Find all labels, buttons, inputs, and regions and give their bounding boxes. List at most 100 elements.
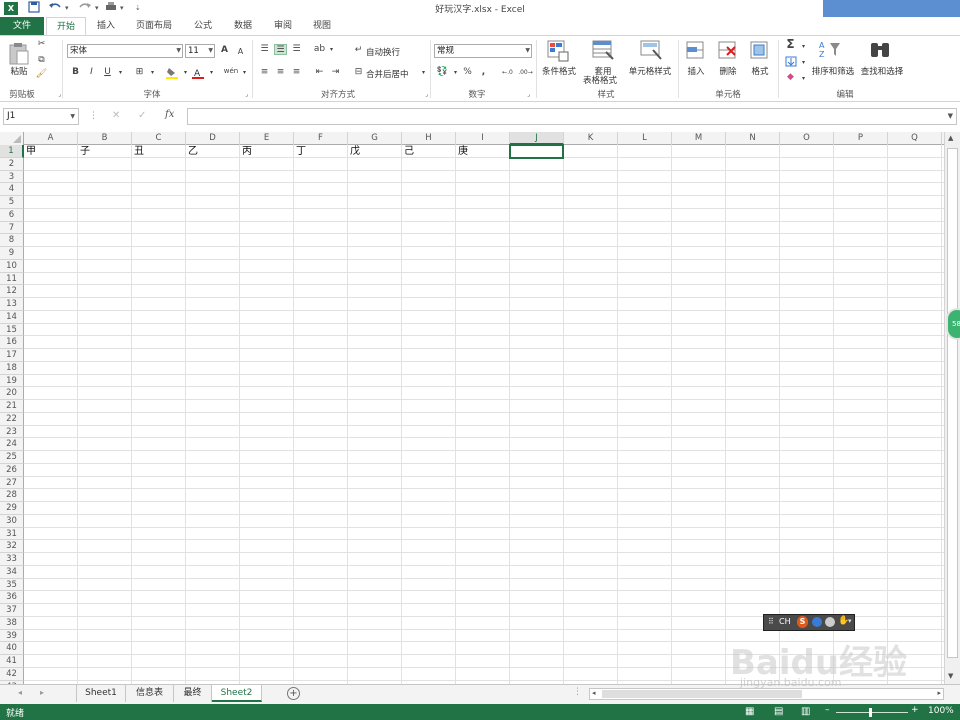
underline-button[interactable]: U [101, 67, 114, 78]
row-header-42[interactable]: 42 [0, 667, 24, 681]
zoom-slider[interactable] [836, 712, 908, 713]
scroll-thumb[interactable] [947, 148, 958, 658]
find-select-button[interactable]: 查找和选择 [857, 65, 907, 77]
format-button[interactable]: 格式 [747, 65, 773, 77]
formula-input[interactable]: ▼ [187, 108, 957, 125]
align-bottom-icon[interactable]: ☰ [290, 44, 303, 55]
prev-sheet-icon[interactable]: ◂ [18, 688, 22, 697]
tab-file[interactable]: 文件 [0, 17, 44, 35]
row-header-3[interactable]: 3 [0, 170, 24, 184]
column-header-q[interactable]: Q [888, 132, 942, 145]
column-header-n[interactable]: N [726, 132, 780, 145]
sogou-ime-icon[interactable]: S [797, 616, 808, 628]
scroll-up-icon[interactable]: ▲ [948, 134, 953, 142]
cell-h1[interactable]: 己 [402, 146, 456, 158]
cell-c1[interactable]: 丑 [132, 146, 186, 158]
decrease-indent-icon[interactable]: ⇤ [313, 67, 326, 78]
orientation-dropdown-icon[interactable]: ▾ [325, 44, 338, 55]
next-sheet-icon[interactable]: ▸ [40, 688, 44, 697]
row-header-4[interactable]: 4 [0, 183, 24, 196]
autosum-dropdown-icon[interactable]: ▾ [797, 41, 810, 52]
name-box[interactable]: J1 ▼ [3, 108, 79, 125]
column-header-d[interactable]: D [186, 132, 240, 145]
row-header-21[interactable]: 21 [0, 400, 24, 413]
align-middle-icon[interactable]: ☰ [274, 44, 287, 55]
delete-cells-icon[interactable] [718, 41, 738, 64]
increase-decimal-icon[interactable]: ←.0 [500, 67, 515, 78]
column-header-k[interactable]: K [564, 132, 618, 145]
column-header-i[interactable]: I [456, 132, 510, 145]
merge-center-icon[interactable]: ⊟ [352, 67, 365, 78]
tab-review[interactable]: 审阅 [264, 17, 302, 35]
fill-icon[interactable] [784, 56, 797, 67]
row-header-5[interactable]: 5 [0, 196, 24, 209]
column-header-a[interactable]: A [24, 132, 78, 145]
align-center-icon[interactable]: ≡ [274, 67, 287, 78]
row-header-11[interactable]: 11 [0, 272, 24, 286]
column-header-l[interactable]: L [618, 132, 672, 145]
floating-widget[interactable]: 58 [946, 308, 960, 340]
cell-i1[interactable]: 庚 [456, 146, 510, 158]
ime-menu-icon[interactable]: ▾ [848, 617, 852, 625]
column-header-c[interactable]: C [132, 132, 186, 145]
row-header-36[interactable]: 36 [0, 591, 24, 604]
autosum-icon[interactable]: Σ [784, 38, 797, 50]
select-all-corner[interactable] [0, 132, 24, 145]
tab-page-layout[interactable]: 页面布局 [128, 17, 180, 35]
scroll-right-icon[interactable]: ▸ [937, 689, 941, 697]
expand-formula-icon[interactable]: ▼ [948, 112, 953, 120]
column-header-f[interactable]: F [294, 132, 348, 145]
row-header-37[interactable]: 37 [0, 604, 24, 617]
sheet-tab-final[interactable]: 最终 [174, 685, 212, 702]
cell-g1[interactable]: 戊 [348, 146, 402, 158]
format-cells-icon[interactable] [750, 41, 770, 64]
row-header-14[interactable]: 14 [0, 310, 24, 324]
column-header-g[interactable]: G [348, 132, 402, 145]
row-header-1[interactable]: 1 [0, 145, 24, 158]
tab-data[interactable]: 数据 [224, 17, 262, 35]
row-header-2[interactable]: 2 [0, 157, 24, 171]
merge-center-button[interactable]: 合并后居中 [366, 68, 416, 80]
row-header-17[interactable]: 17 [0, 349, 24, 362]
font-name-select[interactable]: 宋体 ▼ [67, 44, 183, 58]
find-select-icon[interactable] [869, 40, 891, 63]
percent-style-button[interactable]: % [461, 67, 474, 78]
cancel-entry-icon[interactable]: ✕ [112, 110, 120, 121]
font-color-dropdown-icon[interactable]: ▾ [205, 67, 218, 78]
increase-indent-icon[interactable]: ⇥ [329, 67, 342, 78]
row-header-41[interactable]: 41 [0, 655, 24, 668]
row-header-7[interactable]: 7 [0, 221, 24, 235]
underline-dropdown-icon[interactable]: ▾ [114, 67, 127, 78]
wrap-text-icon[interactable]: ↵ [352, 45, 365, 56]
active-cell-J1[interactable] [509, 144, 564, 159]
cell-b1[interactable]: 子 [78, 146, 132, 158]
row-header-22[interactable]: 22 [0, 412, 24, 426]
row-header-20[interactable]: 20 [0, 387, 24, 400]
tab-home[interactable]: 开始 [46, 17, 86, 36]
row-header-13[interactable]: 13 [0, 298, 24, 311]
grow-font-icon[interactable]: A [218, 45, 231, 56]
format-as-table-label-2[interactable]: 表格格式 [578, 74, 622, 86]
row-header-25[interactable]: 25 [0, 451, 24, 464]
scroll-down-icon[interactable]: ▼ [948, 672, 953, 680]
cell-e1[interactable]: 丙 [240, 146, 294, 158]
row-header-9[interactable]: 9 [0, 247, 24, 260]
row-header-10[interactable]: 10 [0, 259, 24, 273]
normal-view-icon[interactable]: ▦ [745, 706, 754, 717]
cell-styles-icon[interactable] [640, 40, 662, 65]
tab-view[interactable]: 视图 [302, 17, 342, 35]
align-left-icon[interactable]: ≡ [258, 67, 271, 78]
sort-filter-button[interactable]: 排序和筛选 [808, 65, 858, 77]
row-header-12[interactable]: 12 [0, 285, 24, 298]
ime-language-label[interactable]: CH [779, 617, 791, 626]
align-right-icon[interactable]: ≡ [290, 67, 303, 78]
ime-toolbar[interactable]: ⠿ CH S ✋ ▾ [763, 614, 855, 631]
copy-icon[interactable]: ⧉ [35, 55, 48, 66]
shrink-font-icon[interactable]: A [234, 46, 247, 57]
confirm-entry-icon[interactable]: ✓ [138, 110, 146, 121]
row-header-29[interactable]: 29 [0, 502, 24, 515]
sheet-tab-sheet2[interactable]: Sheet2 [212, 685, 262, 702]
clear-icon[interactable]: ◆ [784, 72, 797, 83]
row-header-28[interactable]: 28 [0, 489, 24, 502]
page-layout-view-icon[interactable]: ▤ [774, 706, 783, 717]
